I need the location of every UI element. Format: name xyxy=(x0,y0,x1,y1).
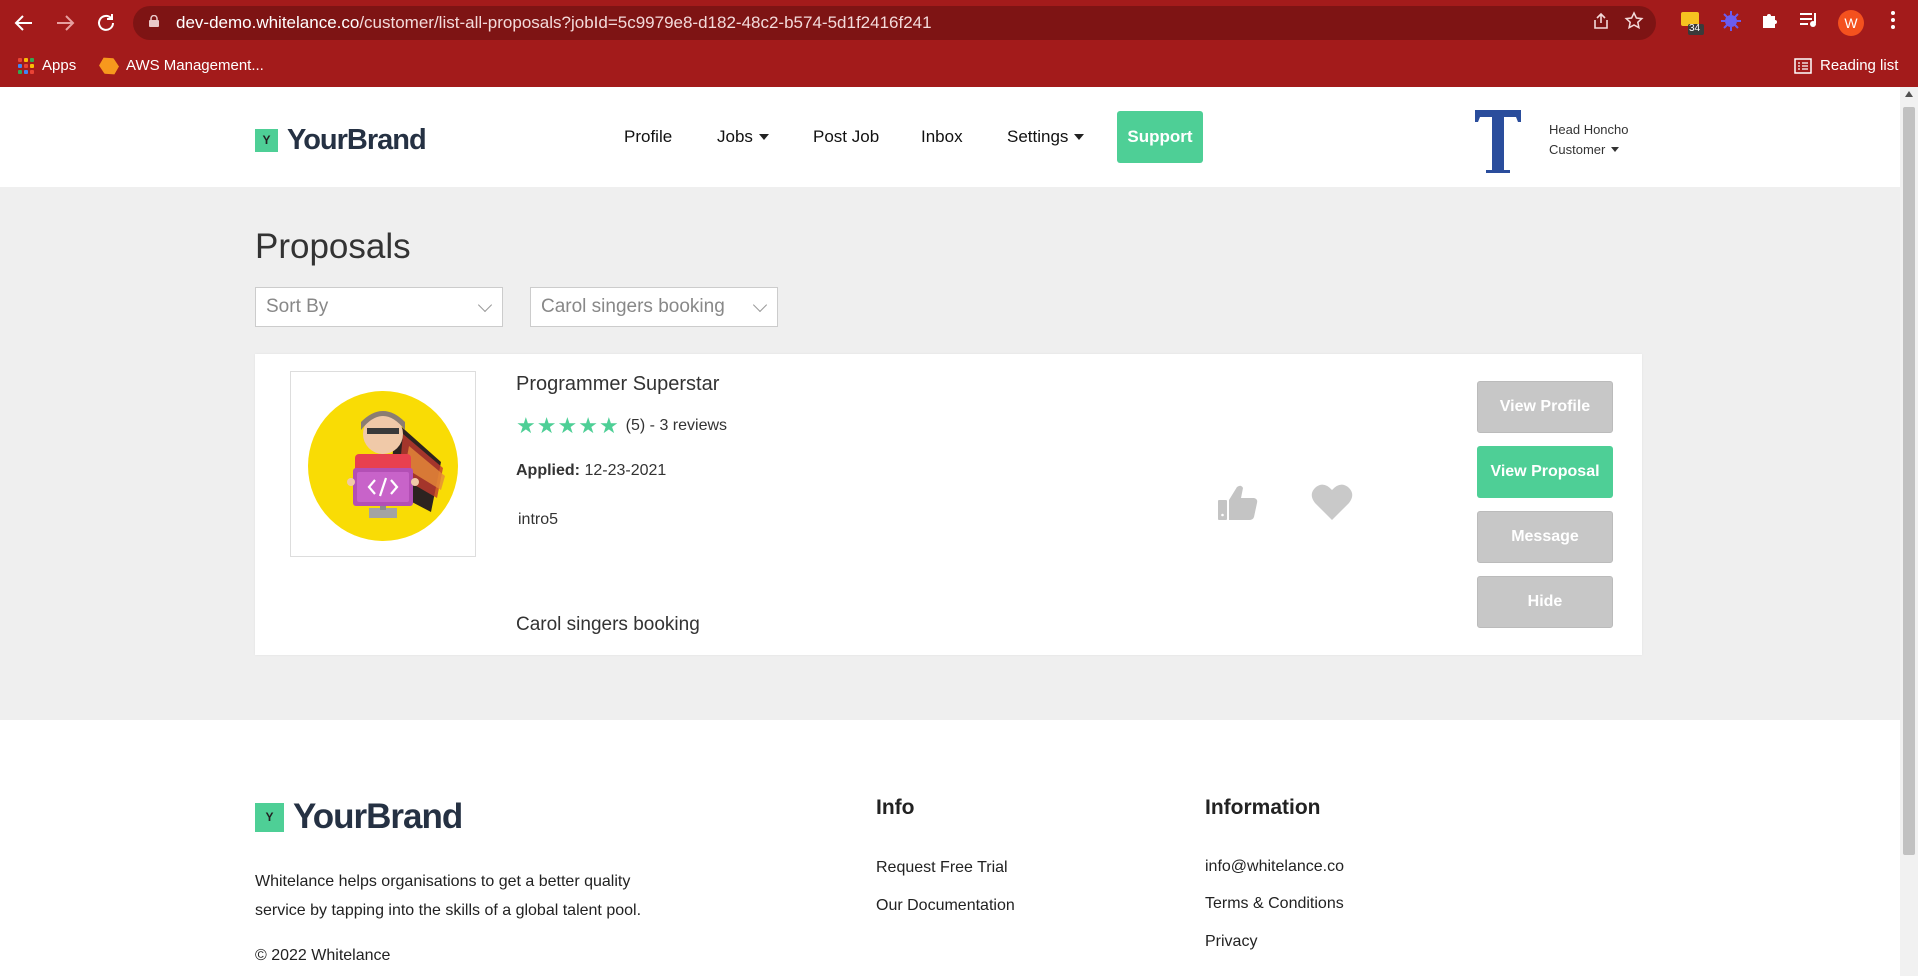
sort-by-select[interactable]: Sort By xyxy=(255,287,503,327)
proposal-intro: intro5 xyxy=(518,511,559,528)
bookmark-apps-label: Apps xyxy=(42,57,77,74)
nav-inbox[interactable]: Inbox xyxy=(921,127,963,147)
applied-label: Applied: xyxy=(516,462,580,479)
extension-badge-count: 34 xyxy=(1689,23,1701,34)
omnibox[interactable]: dev-demo.whitelance.co/customer/list-all… xyxy=(133,6,1656,40)
footer-brand[interactable]: Y YourBrand xyxy=(255,797,463,837)
header-brand[interactable]: Y YourBrand xyxy=(255,124,427,157)
footer-copyright: © 2022 Whitelance xyxy=(255,947,391,964)
reload-icon[interactable] xyxy=(94,11,118,35)
footer-link-terms[interactable]: Terms & Conditions xyxy=(1205,895,1344,913)
sort-by-value: Sort By xyxy=(266,296,329,317)
chevron-down-icon xyxy=(752,297,768,313)
footer-link-free-trial[interactable]: Request Free Trial xyxy=(876,859,1008,877)
footer-brand-name: YourBrand xyxy=(293,797,463,836)
footer-link-email[interactable]: info@whitelance.co xyxy=(1205,858,1344,876)
user-avatar-letter: T xyxy=(1473,108,1474,109)
applied-value: 12-23-2021 xyxy=(584,462,667,479)
forward-icon[interactable] xyxy=(53,11,77,35)
nav-settings-label: Settings xyxy=(1007,127,1069,146)
reading-list-label: Reading list xyxy=(1820,57,1899,74)
apps-grid-icon xyxy=(18,58,34,74)
job-filter-value: Carol singers booking xyxy=(541,296,725,317)
bookmark-apps[interactable]: Apps xyxy=(18,54,76,78)
heart-icon[interactable] xyxy=(1310,482,1354,522)
footer-information-heading: Information xyxy=(1205,796,1321,819)
browser-chrome: dev-demo.whitelance.co/customer/list-all… xyxy=(0,0,1918,87)
footer-link-documentation[interactable]: Our Documentation xyxy=(876,897,1015,915)
footer-link-privacy[interactable]: Privacy xyxy=(1205,933,1257,951)
nav-post-job[interactable]: Post Job xyxy=(813,127,879,147)
star-icon: ★ xyxy=(536,413,557,438)
nav-profile-label: Profile xyxy=(624,127,673,146)
nav-profile[interactable]: Profile xyxy=(624,127,672,147)
nav-post-job-label: Post Job xyxy=(813,127,880,146)
share-icon[interactable] xyxy=(1589,11,1613,35)
bookmark-aws[interactable]: AWS Management... xyxy=(100,54,264,78)
site-footer: Y YourBrand Whitelance helps organisatio… xyxy=(0,720,1900,976)
caret-down-icon xyxy=(1611,147,1620,152)
caret-down-icon xyxy=(1074,134,1085,140)
freelancer-photo[interactable] xyxy=(290,371,476,557)
bookmark-aws-label: AWS Management... xyxy=(126,57,264,74)
rating: ★ ★ ★ ★ ★ (5) - 3 reviews xyxy=(516,413,728,438)
lock-icon xyxy=(149,15,159,27)
message-button[interactable]: Message xyxy=(1477,511,1613,563)
reading-list-icon xyxy=(1794,58,1812,74)
scroll-up-arrow-icon[interactable] xyxy=(1905,91,1913,97)
job-filter-select[interactable]: Carol singers booking xyxy=(530,287,778,327)
page-scrollbar[interactable] xyxy=(1900,87,1918,976)
freelancer-name[interactable]: Programmer Superstar xyxy=(516,373,719,396)
url-path: /customer/list-all-proposals?jobId=5c997… xyxy=(359,13,932,32)
color-extension-icon[interactable] xyxy=(1718,10,1744,36)
chevron-down-icon xyxy=(477,297,493,313)
proposal-job-name: Carol singers booking xyxy=(516,614,700,635)
nav-jobs[interactable]: Jobs xyxy=(717,127,769,147)
user-name[interactable]: Head Honcho xyxy=(1549,122,1629,137)
nav-inbox-label: Inbox xyxy=(921,127,963,146)
support-button[interactable]: Support xyxy=(1117,111,1203,163)
back-icon[interactable] xyxy=(12,11,36,35)
user-role-dropdown[interactable]: Customer xyxy=(1549,142,1620,157)
bookmarks-bar: Apps AWS Management... Reading list xyxy=(0,46,1918,87)
nav-settings[interactable]: Settings xyxy=(1007,127,1085,147)
site-header: Y YourBrand Profile Jobs Post Job Inbox … xyxy=(0,87,1900,187)
brand-logo-icon: Y xyxy=(255,129,278,152)
footer-description: Whitelance helps organisations to get a … xyxy=(255,873,642,919)
reading-list[interactable]: Reading list xyxy=(1794,54,1898,78)
extension-badge-icon[interactable]: 34 xyxy=(1679,10,1705,36)
extensions-puzzle-icon[interactable] xyxy=(1757,10,1783,36)
programmer-avatar-icon xyxy=(308,391,458,541)
applied-date: Applied: 12-23-2021 xyxy=(516,462,666,480)
view-profile-button[interactable]: View Profile xyxy=(1477,381,1613,433)
aws-cube-icon xyxy=(97,54,122,79)
star-icon: ★ xyxy=(578,413,598,438)
main-content: Proposals Sort By Carol singers booking xyxy=(0,187,1900,720)
view-proposal-button[interactable]: View Proposal xyxy=(1477,446,1613,498)
user-role-label: Customer xyxy=(1549,142,1606,157)
profile-avatar[interactable]: W xyxy=(1838,10,1864,36)
nav-jobs-label: Jobs xyxy=(717,127,753,146)
star-icon: ★ xyxy=(557,413,578,438)
scrollbar-thumb[interactable] xyxy=(1903,107,1915,855)
user-avatar[interactable]: T xyxy=(1473,108,1523,174)
url-host: dev-demo.whitelance.co xyxy=(176,13,360,32)
star-icon: ★ xyxy=(516,413,536,438)
media-control-icon[interactable] xyxy=(1796,10,1822,36)
page-title: Proposals xyxy=(255,227,411,266)
rating-text: (5) - 3 reviews xyxy=(625,417,728,434)
address-bar-row: dev-demo.whitelance.co/customer/list-all… xyxy=(0,0,1918,46)
star-icon: ★ xyxy=(598,413,619,438)
proposal-card: Programmer Superstar ★ ★ ★ ★ ★ (5) - 3 r… xyxy=(255,354,1642,655)
footer-brand-logo-icon: Y xyxy=(255,802,284,832)
hide-button[interactable]: Hide xyxy=(1477,576,1613,628)
thumbs-up-icon[interactable] xyxy=(1217,482,1259,524)
url-text[interactable]: dev-demo.whitelance.co/customer/list-all… xyxy=(176,13,932,33)
footer-info-heading: Info xyxy=(876,796,915,819)
more-menu-icon[interactable] xyxy=(1880,10,1906,36)
brand-name: YourBrand xyxy=(287,124,427,156)
caret-down-icon xyxy=(758,134,769,140)
bookmark-star-icon[interactable] xyxy=(1622,11,1646,35)
